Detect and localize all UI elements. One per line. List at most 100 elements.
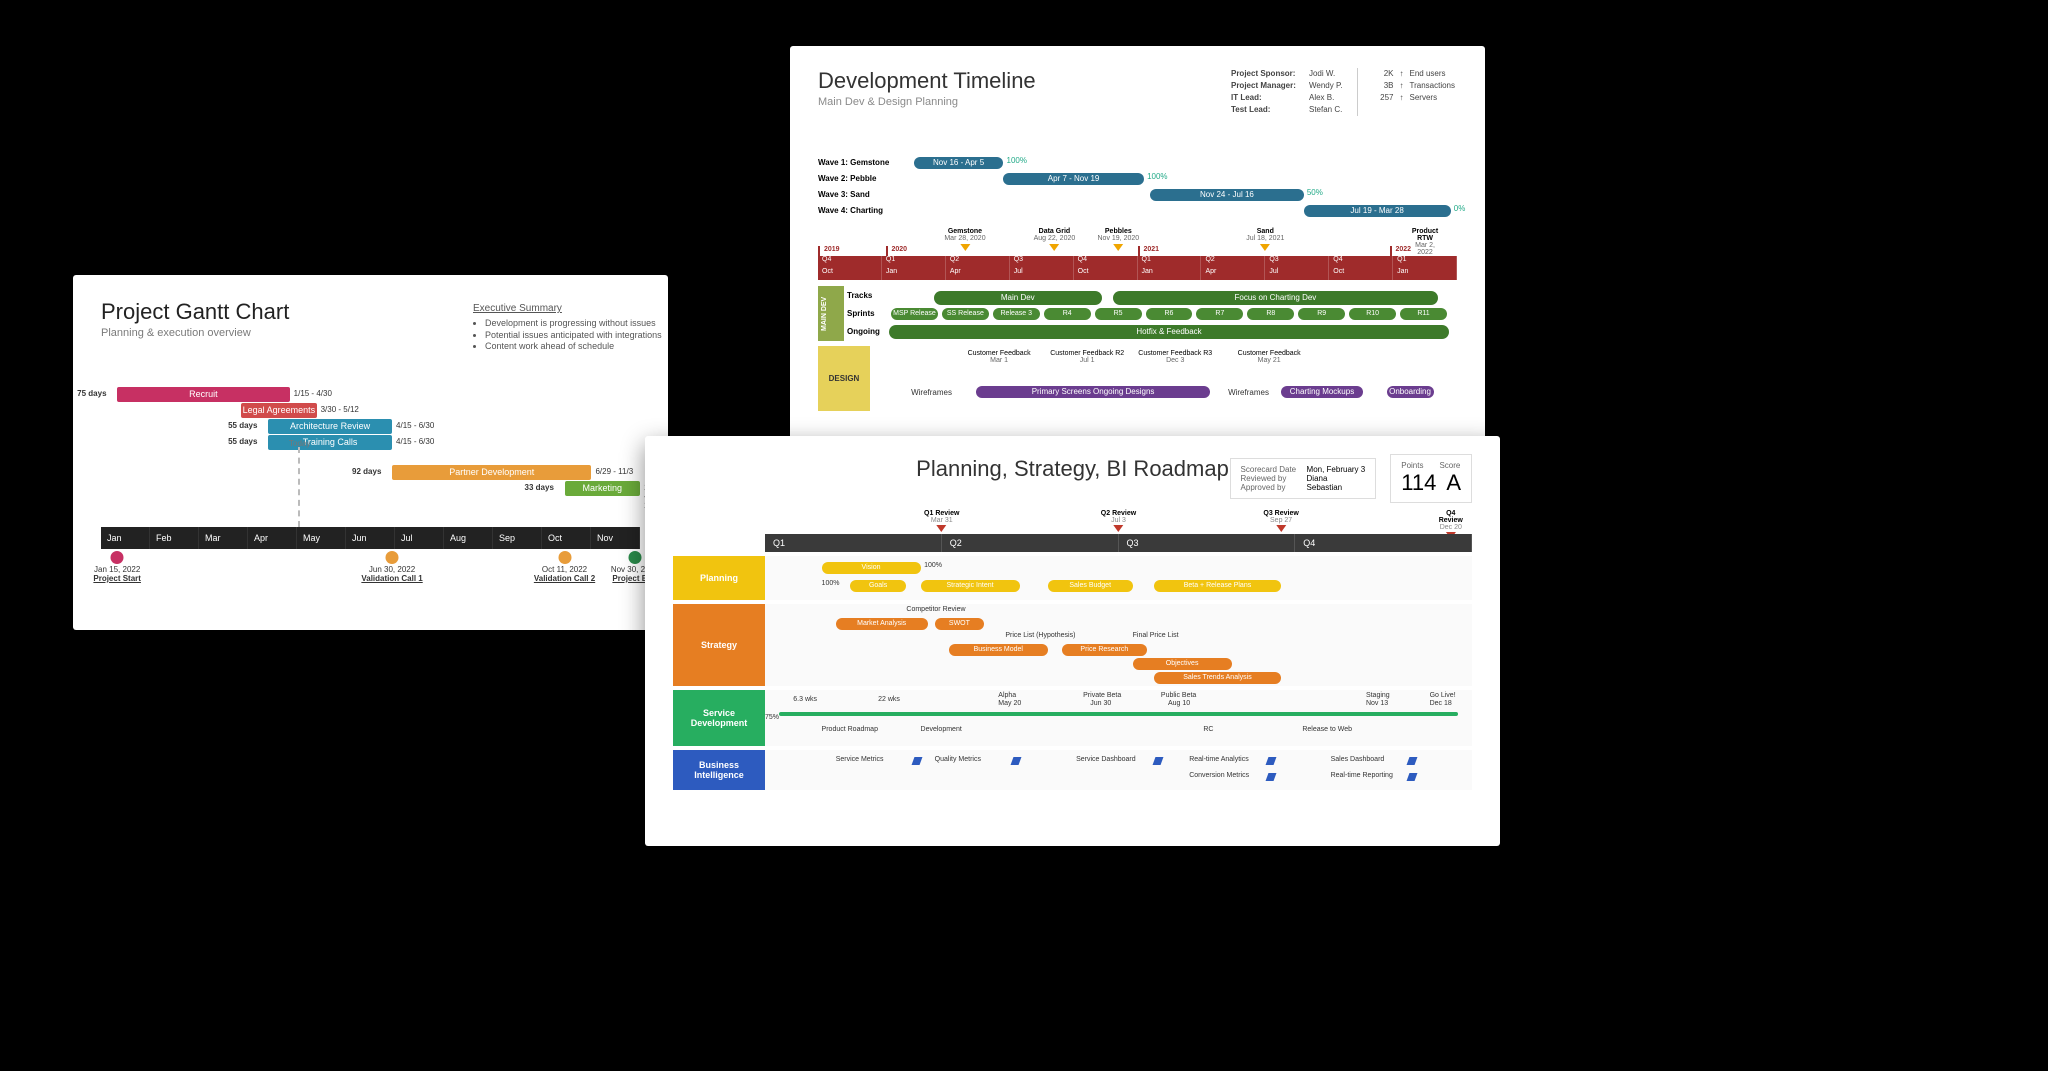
- design-label: Wireframes: [1228, 388, 1269, 397]
- sprint-pill: R9: [1298, 308, 1345, 320]
- roadmap-text: Conversion Metrics: [1189, 772, 1249, 779]
- cat-servdev: Service Development6.3 wks22 wksAlphaMay…: [673, 690, 1472, 746]
- ongoing-bar: Hotfix & Feedback: [889, 325, 1449, 339]
- bi-flag-icon: [1407, 757, 1418, 765]
- dates-partner: 6/29 - 11/3: [595, 467, 633, 476]
- month-axis: JanFebMarAprMayJunJulAugSepOctNov: [101, 527, 640, 549]
- roadmap-text: Public Beta: [1161, 692, 1196, 699]
- design-label: Wireframes: [911, 388, 952, 397]
- quarter-bar: Q4OctQ1JanQ2AprQ3JulQ4OctQ1JanQ2AprQ3Jul…: [818, 256, 1457, 280]
- q-cell: Q3Jul: [1010, 256, 1074, 280]
- sprint-pill: Release 3: [993, 308, 1040, 320]
- roadmap-pill: [779, 712, 1458, 716]
- exec-heading: Executive Summary: [473, 303, 662, 314]
- exec-bullet: Development is progressing without issue…: [485, 318, 662, 330]
- meta-row: Test Lead:Stefan C.: [1231, 104, 1343, 116]
- maindev-side: MAIN DEV: [818, 286, 844, 341]
- month-cell: Jan: [101, 527, 150, 549]
- bi-flag-icon: [1152, 757, 1163, 765]
- score-box: Points Score 114 A: [1390, 454, 1472, 503]
- ms-dot-start: [111, 551, 124, 564]
- roadmap-text: Release to Web: [1302, 726, 1352, 733]
- dev-meta: Project Sponsor:Jodi W.Project Manager:W…: [1231, 68, 1455, 116]
- days-recruit: 75 days: [77, 389, 106, 398]
- roadmap-meta: Scorecard DateMon, February 3Reviewed by…: [1230, 454, 1472, 503]
- roadmap-text: Private Beta: [1083, 692, 1121, 699]
- meta-row: Project Manager:Wendy P.: [1231, 80, 1343, 92]
- dates-train: 4/15 - 6/30: [396, 437, 434, 446]
- year-label: 2022: [1390, 246, 1458, 256]
- bi-flag-icon: [1266, 773, 1277, 781]
- stat-row: 2K↑End users: [1372, 68, 1456, 80]
- cat-label-planning: Planning: [673, 556, 765, 600]
- days-train: 55 days: [228, 437, 257, 446]
- cat-planning: PlanningVision100%Goals100%Strategic Int…: [673, 556, 1472, 600]
- today-line: [298, 447, 300, 527]
- score-value: A: [1446, 470, 1461, 496]
- sprint-pill: R5: [1095, 308, 1142, 320]
- design-bar: Primary Screens Ongoing Designs: [976, 386, 1211, 398]
- stat-row: 3B↑Transactions: [1372, 80, 1456, 92]
- bar-train: Training Calls: [268, 435, 392, 450]
- roadmap-text: 6.3 wks: [793, 696, 817, 703]
- q-cell: Q1: [765, 534, 942, 552]
- rm-meta-row: Scorecard DateMon, February 3: [1241, 465, 1366, 474]
- design-side: DESIGN: [818, 346, 870, 411]
- meta-row: IT Lead:Alex B.: [1231, 92, 1343, 104]
- sprint-pill: SS Release: [942, 308, 989, 320]
- q-cell: Q3: [1119, 534, 1296, 552]
- roadmap-pill: Strategic Intent: [921, 580, 1020, 592]
- year-label: 2021: [1138, 246, 1390, 256]
- track-bar: Main Dev: [934, 291, 1102, 305]
- month-cell: Apr: [248, 527, 297, 549]
- q-cell: Q1Jan: [1393, 256, 1457, 280]
- dev-timeline-card: Development Timeline Main Dev & Design P…: [790, 46, 1485, 461]
- roadmap-text: May 20: [998, 700, 1021, 707]
- roadmap-text: Price List (Hypothesis): [1005, 632, 1075, 639]
- bi-flag-icon: [912, 757, 923, 765]
- design-bar: Onboarding: [1387, 386, 1434, 398]
- roadmap-pill: Objectives: [1133, 658, 1232, 670]
- q-cell: Q2: [942, 534, 1119, 552]
- track-bar: Focus on Charting Dev: [1113, 291, 1438, 305]
- roadmap-text: Quality Metrics: [935, 756, 981, 763]
- gantt-area: Recruit75 days1/15 - 4/30Legal Agreement…: [101, 387, 640, 527]
- ms-label-val2: Oct 11, 2022Validation Call 2: [534, 565, 595, 583]
- roadmap-text: Service Metrics: [836, 756, 884, 763]
- month-cell: Jul: [395, 527, 444, 549]
- exec-summary: Executive Summary Development is progres…: [473, 303, 662, 353]
- tracks-label: Tracks: [847, 288, 887, 304]
- sprint-pill: R10: [1349, 308, 1396, 320]
- roadmap-pill: Goals: [850, 580, 907, 592]
- days-partner: 92 days: [352, 467, 381, 476]
- bi-flag-icon: [1407, 773, 1418, 781]
- meta-row: Project Sponsor:Jodi W.: [1231, 68, 1343, 80]
- roadmap-pill: Sales Budget: [1048, 580, 1133, 592]
- roadmap-text: 22 wks: [878, 696, 900, 703]
- gantt-card: Project Gantt Chart Planning & execution…: [73, 275, 668, 630]
- roadmap-text: Competitor Review: [906, 606, 965, 613]
- year-label: 2020: [886, 246, 1138, 256]
- month-cell: Feb: [150, 527, 199, 549]
- sprint-pill: R11: [1400, 308, 1447, 320]
- bi-flag-icon: [1011, 757, 1022, 765]
- roadmap-text: Real-time Reporting: [1331, 772, 1393, 779]
- ms-dot-val1: [386, 551, 399, 564]
- roadmap-pill: Business Model: [949, 644, 1048, 656]
- roadmap-pill: Market Analysis: [836, 618, 928, 630]
- design-feedback: Customer FeedbackMar 1: [968, 350, 1031, 364]
- q-cell: Q2Apr: [1201, 256, 1265, 280]
- today-label: Today: [289, 439, 310, 448]
- roadmap-text: Dec 18: [1430, 700, 1452, 707]
- wave-row-3: Wave 4: ChartingJul 19 - Mar 280%: [818, 204, 1457, 218]
- roadmap-text: Product Roadmap: [822, 726, 878, 733]
- bar-partner: Partner Development: [392, 465, 591, 480]
- maindev-section: MAIN DEV Tracks Main Dev Focus on Charting…: [818, 286, 1457, 341]
- dates-recruit: 1/15 - 4/30: [294, 389, 332, 398]
- waves-section: Wave 1: GemstoneNov 16 - Apr 5100%Wave 2…: [818, 156, 1457, 220]
- roadmap-text: Nov 13: [1366, 700, 1388, 707]
- review-marker: Q1 ReviewMar 31: [924, 510, 959, 532]
- review-marker: Q3 ReviewSep 27: [1263, 510, 1298, 532]
- rm-meta-row: Approved bySebastian: [1241, 483, 1366, 492]
- roadmap-pill: Price Research: [1062, 644, 1147, 656]
